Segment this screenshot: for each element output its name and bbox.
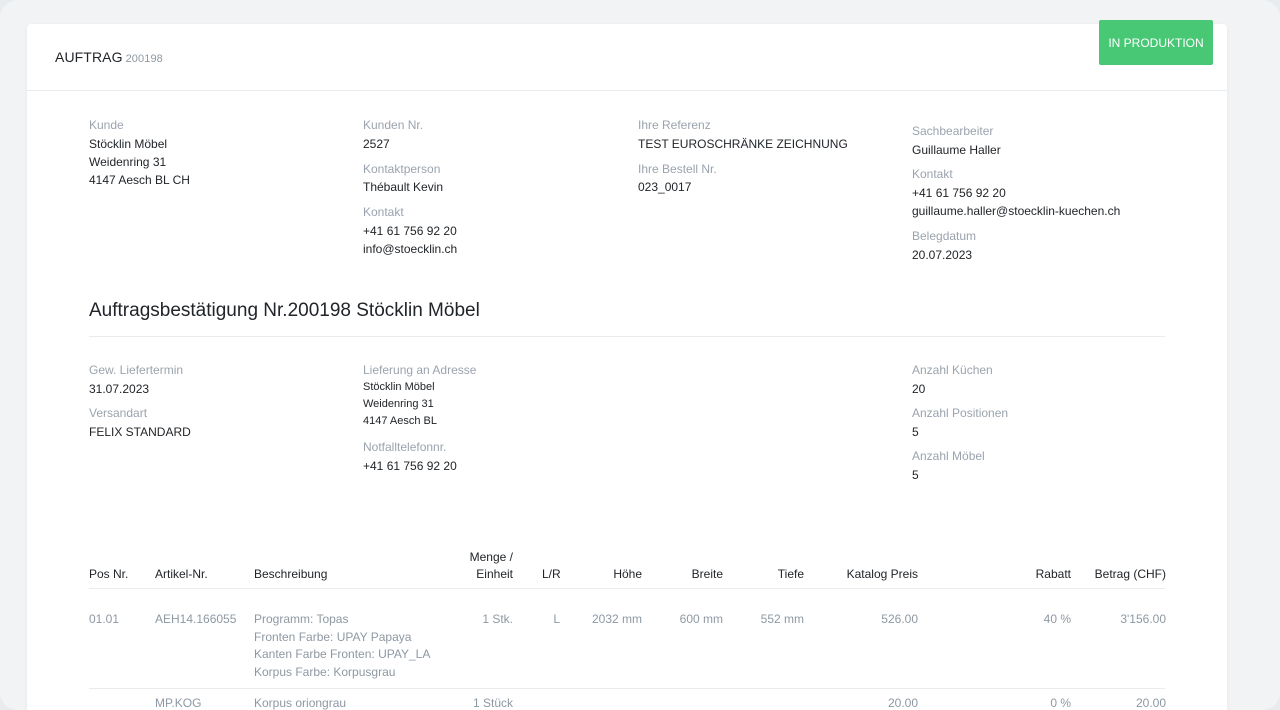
row-article: AEH14.166055 <box>155 612 237 626</box>
document-date: 20.07.2023 <box>912 248 973 262</box>
row-qty: 1 Stk. <box>482 612 513 626</box>
positions-count: 5 <box>912 425 919 439</box>
status-badge: IN PRODUKTION <box>1099 20 1213 65</box>
row-desc-line: Korpus oriongrau <box>254 696 347 710</box>
order-no-label: Ihre Bestell Nr. <box>638 162 717 176</box>
row-discount: 40 % <box>1043 612 1071 626</box>
table-header-divider <box>89 588 1165 589</box>
furniture-count-label: Anzahl Möbel <box>912 449 985 463</box>
delivery-date-label: Gew. Liefertermin <box>89 363 184 377</box>
furniture-count: 5 <box>912 468 919 482</box>
customer-street: Weidenring 31 <box>89 155 167 169</box>
row-amount: 20.00 <box>1135 696 1166 710</box>
order-card: AUFTRAG 200198 IN PRODUKTION Kunde Stöckl… <box>27 20 1227 710</box>
row-width: 600 mm <box>679 612 723 626</box>
customer-city: 4147 Aesch BL CH <box>89 173 190 187</box>
col-header-qty-line2: Einheit <box>476 567 513 581</box>
clerk-email[interactable]: guillaume.haller@stoecklin-kuechen.ch <box>912 202 1120 220</box>
contact-person: Thébault Kevin <box>363 180 444 194</box>
col-header-height: Höhe <box>613 567 642 581</box>
table-row-divider <box>89 688 1165 689</box>
app-frame: AUFTRAG 200198 IN PRODUKTION Kunde Stöckl… <box>0 0 1280 710</box>
row-depth: 552 mm <box>760 612 804 626</box>
customer-number-label: Kunden Nr. <box>363 118 424 132</box>
date-label: Belegdatum <box>912 229 977 243</box>
row-lr: L <box>553 612 560 626</box>
positions-count-label: Anzahl Positionen <box>912 406 1009 420</box>
col-header-qty-line1: Menge / <box>469 550 513 564</box>
col-header-lr: L/R <box>542 567 561 581</box>
col-header-description: Beschreibung <box>254 567 328 581</box>
row-desc-line: Korpus Farbe: Korpusgrau <box>254 665 396 679</box>
reference-value: TEST EUROSCHRÄNKE ZEICHNUNG <box>638 137 848 151</box>
kitchens-count-label: Anzahl Küchen <box>912 363 993 377</box>
row-price: 20.00 <box>887 696 918 710</box>
delivery-address-street: Weidenring 31 <box>363 398 434 410</box>
order-number: 200198 <box>125 53 163 65</box>
row-article: MP.KOG <box>155 696 202 710</box>
shipping-method: FELIX STANDARD <box>89 425 191 439</box>
customer-phone: +41 61 756 92 20 <box>363 224 457 238</box>
delivery-address-name: Stöcklin Möbel <box>363 381 435 393</box>
emergency-phone: +41 61 756 92 20 <box>363 459 457 473</box>
col-header-amount: Betrag (CHF) <box>1094 567 1166 581</box>
clerk-name: Guillaume Haller <box>912 143 1001 157</box>
col-header-width: Breite <box>691 567 723 581</box>
customer-contact-label: Kontakt <box>363 205 404 219</box>
row-height: 2032 mm <box>591 612 642 626</box>
customer-name: Stöcklin Möbel <box>89 137 168 151</box>
row-desc-line: Programm: Topas <box>254 612 349 626</box>
section-divider <box>89 336 1165 337</box>
page-title: AUFTRAG 200198 <box>55 49 163 65</box>
customer-number: 2527 <box>363 137 390 151</box>
contact-person-label: Kontaktperson <box>363 162 441 176</box>
row-price: 526.00 <box>881 612 918 626</box>
order-no: 023_0017 <box>638 180 692 194</box>
kitchens-count: 20 <box>912 382 926 396</box>
row-desc-line: Kanten Farbe Fronten: UPAY_LA <box>254 647 431 661</box>
col-header-discount: Rabatt <box>1035 567 1071 581</box>
col-header-price: Katalog Preis <box>846 567 918 581</box>
card-header: AUFTRAG 200198 <box>27 24 1227 91</box>
shipping-label: Versandart <box>89 406 148 420</box>
clerk-contact-label: Kontakt <box>912 167 953 181</box>
col-header-pos: Pos Nr. <box>89 567 129 581</box>
clerk-label: Sachbearbeiter <box>912 124 994 138</box>
customer-label: Kunde <box>89 118 124 132</box>
row-discount: 0 % <box>1050 696 1071 710</box>
col-header-article: Artikel-Nr. <box>155 567 208 581</box>
clerk-phone: +41 61 756 92 20 <box>912 186 1006 200</box>
customer-email[interactable]: info@stoecklin.ch <box>363 240 457 258</box>
delivery-date: 31.07.2023 <box>89 382 150 396</box>
row-qty: 1 Stück <box>472 696 513 710</box>
confirmation-title: Auftragsbestätigung Nr.200198 Stöcklin M… <box>89 300 480 321</box>
reference-label: Ihre Referenz <box>638 118 711 132</box>
row-pos: 01.01 <box>89 612 120 626</box>
page-title-label: AUFTRAG <box>55 49 123 65</box>
row-amount: 3'156.00 <box>1120 612 1166 626</box>
emergency-phone-label: Notfalltelefonnr. <box>363 440 447 454</box>
delivery-address-city: 4147 Aesch BL <box>363 415 438 427</box>
delivery-address-label: Lieferung an Adresse <box>363 363 477 377</box>
col-header-depth: Tiefe <box>777 567 804 581</box>
row-desc-line: Fronten Farbe: UPAY Papaya <box>254 630 412 644</box>
